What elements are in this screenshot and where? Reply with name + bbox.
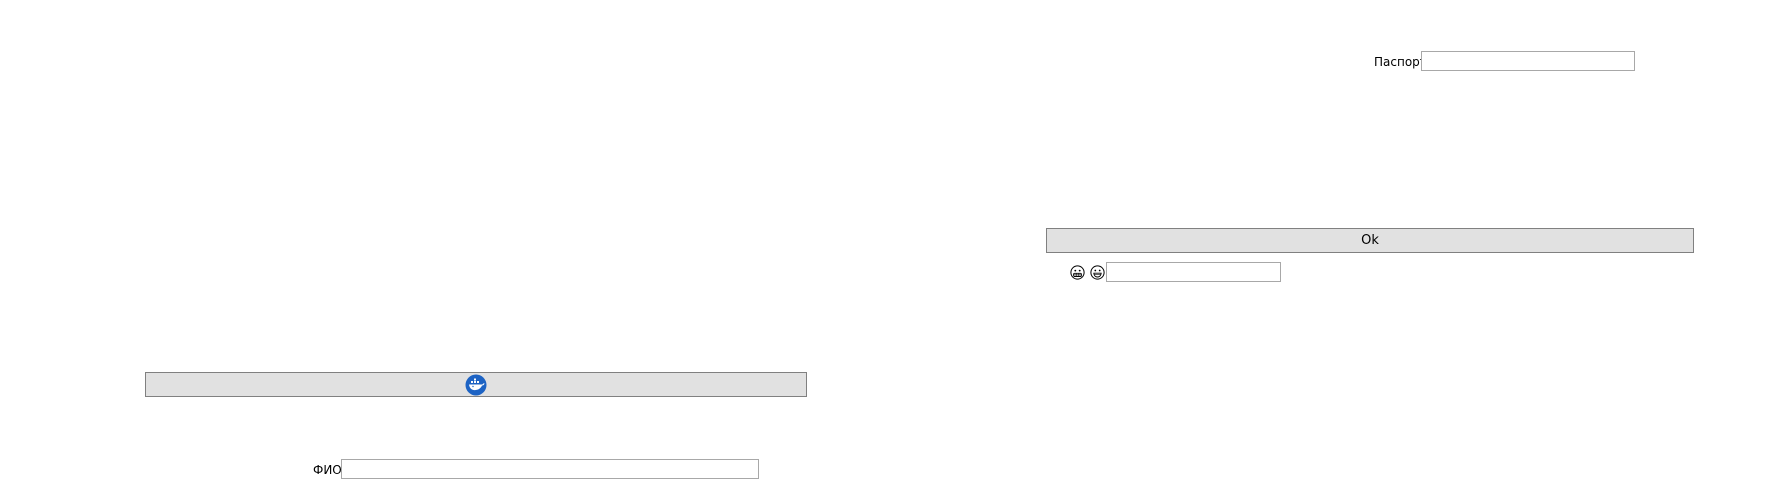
fio-field[interactable] <box>341 459 759 479</box>
emoji-field[interactable] <box>1106 262 1281 282</box>
fio-label: ФИО <box>313 463 342 477</box>
whale-button[interactable] <box>145 372 807 397</box>
docker-whale-icon <box>465 374 487 396</box>
grinning-face-icon <box>1090 265 1105 280</box>
ok-button[interactable]: Ok <box>1046 228 1694 253</box>
passport-label: Паспорт <box>1374 55 1427 69</box>
grimacing-face-icon <box>1070 265 1085 280</box>
passport-field[interactable] <box>1421 51 1635 71</box>
